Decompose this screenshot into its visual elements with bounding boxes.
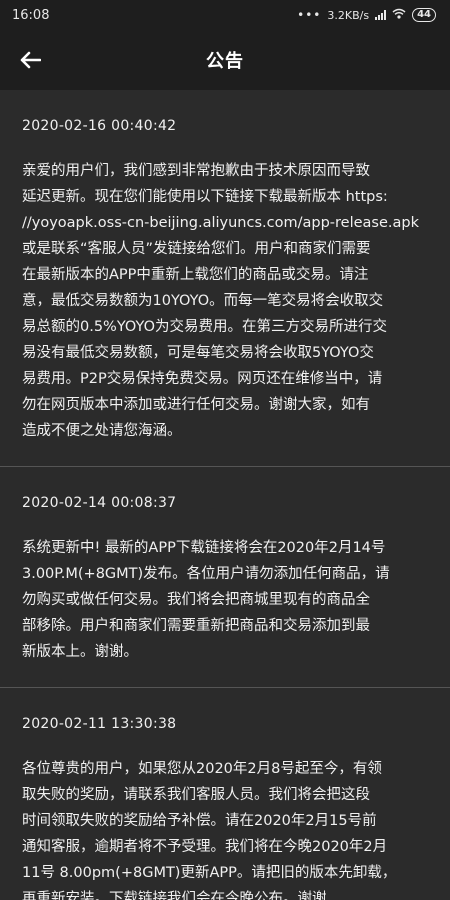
notice-line: 部移除。用户和商家们需要重新把商品和交易添加到最 [22,618,370,634]
notice-body: 各位尊贵的用户，如果您从2020年2月8号起至今，有领 取失败的奖励，请联系我们… [22,756,450,900]
notice-date: 2020-02-14 00:08:37 [22,495,177,511]
notice-line: 再重新安装。下载链接我们会在今晚公布。谢谢 [22,891,327,900]
network-speed: 3.2KB/s [327,8,370,22]
status-time: 16:08 [12,7,50,23]
notice-line: 易没有最低交易数额，可是每笔交易将会收取5YOYO交 [22,345,374,361]
notice-line: 勿在网页版本中添加或进行任何交易。谢谢大家，如有 [22,397,370,413]
notice-date: 2020-02-11 13:30:38 [22,716,177,732]
wifi-icon [392,8,406,22]
notice-line: //yoyoapk.oss-cn-beijing.aliyuncs.com/ap… [22,215,419,231]
notice-item[interactable]: 2020-02-16 00:40:42 亲爱的用户们，我们感到非常抱歉由于技术原… [0,90,450,467]
notice-date: 2020-02-16 00:40:42 [22,118,177,134]
notice-body: 系统更新中! 最新的APP下载链接将会在2020年2月14号 3.00P.M(+… [22,535,450,665]
signal-icon [375,10,387,20]
notice-line: 意，最低交易数额为10YOYO。而每一笔交易将会收取交 [22,293,384,309]
app-bar: 公告 [0,30,450,90]
notice-list[interactable]: 2020-02-16 00:40:42 亲爱的用户们，我们感到非常抱歉由于技术原… [0,90,450,900]
notice-line: 11号 8.00pm(+8GMT)更新APP。请把旧的版本先卸载， [22,865,397,881]
back-button[interactable] [14,44,46,76]
notice-line: 时间领取失败的奖励给予补偿。请在2020年2月15号前 [22,813,377,829]
status-icons: ••• 3.2KB/s 44 [297,8,436,22]
battery-icon: 44 [412,8,436,22]
notice-line: 造成不便之处请您海涵。 [22,423,182,439]
notice-line: 取失败的奖励，请联系我们客服人员。我们将会把这段 [22,787,370,803]
notice-line: 延迟更新。现在您们能使用以下链接下载最新版本 https: [22,189,388,205]
notice-body: 亲爱的用户们，我们感到非常抱歉由于技术原因而导致 延迟更新。现在您们能使用以下链… [22,158,450,444]
notice-line: 各位尊贵的用户，如果您从2020年2月8号起至今，有领 [22,761,382,777]
notice-item[interactable]: 2020-02-11 13:30:38 各位尊贵的用户，如果您从2020年2月8… [0,688,450,900]
notice-item[interactable]: 2020-02-14 00:08:37 系统更新中! 最新的APP下载链接将会在… [0,467,450,688]
notice-line: 易费用。P2P交易保持免费交易。网页还在维修当中，请 [22,371,383,387]
notice-line: 在最新版本的APP中重新上载您们的商品或交易。请注 [22,267,369,283]
notice-line: 亲爱的用户们，我们感到非常抱歉由于技术原因而导致 [22,163,370,179]
status-bar: 16:08 ••• 3.2KB/s 44 [0,0,450,30]
arrow-left-icon [20,51,41,69]
notice-line: 或是联系“客服人员”发链接给您们。用户和商家们需要 [22,241,371,257]
page-title: 公告 [206,51,244,72]
notice-line: 通知客服，逾期者将不予受理。我们将在今晚2020年2月 [22,839,388,855]
notice-line: 勿购买或做任何交易。我们将会把商城里现有的商品全 [22,592,370,608]
notice-line: 系统更新中! 最新的APP下载链接将会在2020年2月14号 [22,540,386,556]
notice-line: 新版本上。谢谢。 [22,644,138,660]
notice-line: 3.00P.M(+8GMT)发布。各位用户请勿添加任何商品，请 [22,566,390,582]
notice-line: 易总额的0.5%YOYO为交易费用。在第三方交易所进行交 [22,319,387,335]
notification-dots: ••• [297,8,322,22]
